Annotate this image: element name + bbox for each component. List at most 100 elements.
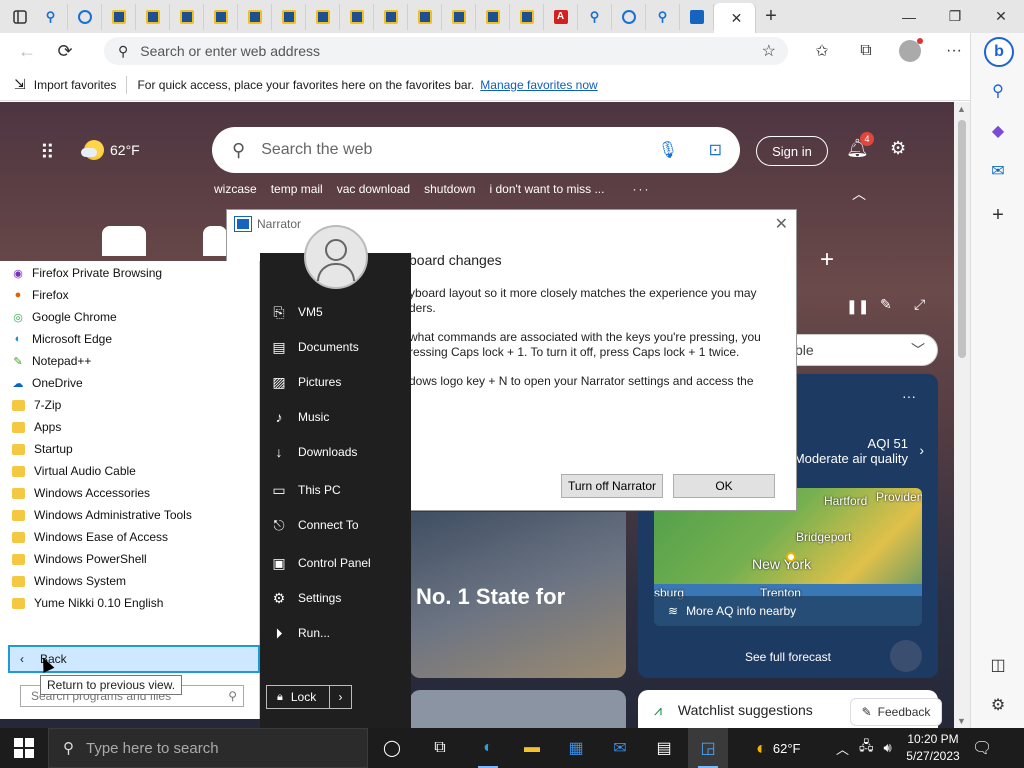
collections-icon[interactable]: ⧉ bbox=[844, 36, 888, 66]
file-explorer-icon[interactable]: ▬ bbox=[512, 728, 552, 768]
browser-tab[interactable] bbox=[136, 3, 170, 30]
browser-tab[interactable] bbox=[408, 3, 442, 30]
apps-grid-icon[interactable]: ⠿ bbox=[40, 140, 57, 165]
browser-tab[interactable]: ⚲ bbox=[646, 3, 680, 30]
network-icon[interactable]: 🖧︎ bbox=[859, 737, 874, 759]
settings-gear-icon[interactable]: ⚙ bbox=[984, 691, 1012, 719]
user-avatar[interactable] bbox=[304, 225, 368, 289]
start-place-item[interactable]: ⚙ Settings bbox=[270, 587, 342, 609]
page-settings-gear-icon[interactable]: ⚙ bbox=[890, 138, 906, 159]
start-place-item[interactable]: ♪ Music bbox=[270, 406, 330, 428]
quick-link-tile[interactable] bbox=[102, 226, 146, 256]
microphone-icon[interactable]: 🎙 bbox=[658, 140, 678, 160]
notification-center-icon[interactable]: 🗨︎ bbox=[972, 738, 992, 758]
chevron-right-icon[interactable]: › bbox=[919, 442, 924, 458]
add-sidebar-icon[interactable]: + bbox=[984, 201, 1012, 229]
trending-item[interactable]: i don't want to miss ... bbox=[489, 182, 604, 196]
task-view-icon[interactable]: ⧉ bbox=[420, 728, 460, 768]
browser-tab[interactable] bbox=[612, 3, 646, 30]
new-tab-button[interactable]: + bbox=[756, 5, 786, 28]
program-folder[interactable]: 7-Zip bbox=[10, 394, 61, 416]
edge-taskbar-icon[interactable]: ◐ bbox=[468, 728, 508, 768]
browser-tab[interactable] bbox=[680, 3, 714, 30]
browser-tab[interactable]: ⚲ bbox=[34, 3, 68, 30]
browser-tab[interactable] bbox=[204, 3, 238, 30]
browser-tab[interactable]: ⚲ bbox=[578, 3, 612, 30]
expand-icon[interactable]: ⤢ bbox=[914, 296, 925, 313]
web-search-input[interactable]: ⚲ Search the web 🎙 ⊡ bbox=[212, 127, 740, 173]
weather-widget[interactable]: 62°F bbox=[81, 140, 140, 160]
more-options-icon[interactable]: ··· bbox=[902, 388, 916, 404]
minimize-button[interactable]: — bbox=[886, 0, 932, 33]
add-quick-link-icon[interactable]: + bbox=[820, 246, 834, 274]
quick-link-tile[interactable] bbox=[203, 226, 227, 256]
browser-tab[interactable] bbox=[510, 3, 544, 30]
add-favorite-icon[interactable]: ☆ bbox=[762, 41, 776, 61]
news-card[interactable] bbox=[410, 690, 626, 728]
browser-tab[interactable] bbox=[306, 3, 340, 30]
store-icon[interactable]: ▦ bbox=[556, 728, 596, 768]
ok-button[interactable]: OK bbox=[673, 474, 775, 498]
start-place-item[interactable]: ▨ Pictures bbox=[270, 371, 341, 393]
address-input[interactable]: ⚲ Search or enter web address ☆ bbox=[104, 37, 788, 65]
sign-in-button[interactable]: Sign in bbox=[756, 136, 828, 166]
show-hidden-icons-chevron-icon[interactable]: ︿ bbox=[836, 739, 849, 758]
program-folder[interactable]: Yume Nikki 0.10 English bbox=[10, 592, 163, 614]
visual-search-icon[interactable]: ⊡ bbox=[709, 140, 722, 160]
manage-favorites-link[interactable]: Manage favorites now bbox=[480, 78, 597, 92]
restore-button[interactable]: ❐ bbox=[932, 0, 978, 33]
favorites-icon[interactable]: ✩ bbox=[800, 36, 844, 66]
lock-button[interactable]: 🔒︎ Lock › bbox=[266, 685, 352, 709]
browser-tab-active[interactable]: ✕ bbox=[714, 3, 756, 33]
start-button[interactable] bbox=[0, 728, 48, 768]
notifications-bell-icon[interactable]: 🔔︎ 4 bbox=[846, 132, 874, 159]
browser-tab[interactable] bbox=[476, 3, 510, 30]
refresh-icon[interactable]: ⟳ bbox=[48, 36, 82, 66]
sidebar-toggle-icon[interactable]: ◫ bbox=[984, 651, 1012, 679]
import-favorites-button[interactable]: ⇲ Import favorites bbox=[14, 76, 116, 93]
edit-background-icon[interactable]: ✎ bbox=[880, 296, 892, 313]
browser-tab[interactable] bbox=[102, 3, 136, 30]
close-window-button[interactable]: ✕ bbox=[978, 0, 1024, 33]
program-item[interactable]: ● Firefox bbox=[10, 284, 69, 306]
program-folder[interactable]: Windows PowerShell bbox=[10, 548, 147, 570]
program-folder[interactable]: Windows Administrative Tools bbox=[10, 504, 192, 526]
program-folder[interactable]: Apps bbox=[10, 416, 61, 438]
tab-actions-icon[interactable] bbox=[8, 5, 32, 29]
bing-chat-icon[interactable]: b bbox=[984, 37, 1014, 67]
program-item[interactable]: ✎ Notepad++ bbox=[10, 350, 91, 372]
trending-item[interactable]: temp mail bbox=[271, 182, 323, 196]
narrator-taskbar-icon[interactable]: ◲ bbox=[688, 728, 728, 768]
pause-icon[interactable]: ❚❚ bbox=[846, 298, 869, 315]
scrollbar-thumb[interactable] bbox=[958, 120, 966, 358]
program-item[interactable]: ◐ Microsoft Edge bbox=[10, 328, 112, 350]
program-item[interactable]: ☁ OneDrive bbox=[10, 372, 83, 394]
browser-tab[interactable] bbox=[238, 3, 272, 30]
taskbar-search-input[interactable]: ⚲ Type here to search bbox=[48, 728, 368, 768]
weather-assistant-icon[interactable] bbox=[890, 640, 922, 672]
turn-off-narrator-button[interactable]: Turn off Narrator bbox=[561, 474, 663, 498]
browser-tab[interactable] bbox=[170, 3, 204, 30]
start-place-item[interactable]: ⏵ Run... bbox=[270, 622, 331, 644]
search-icon[interactable]: ⚲ bbox=[984, 77, 1012, 105]
volume-icon[interactable]: 🔊︎ bbox=[884, 740, 892, 756]
profile-avatar[interactable] bbox=[899, 38, 923, 62]
page-scrollbar[interactable]: ▲ ▼ bbox=[954, 102, 970, 728]
weather-tray[interactable]: ◐ 62°F bbox=[756, 728, 800, 768]
program-item[interactable]: ◎ Google Chrome bbox=[10, 306, 117, 328]
program-folder[interactable]: Startup bbox=[10, 438, 73, 460]
browser-tab[interactable] bbox=[442, 3, 476, 30]
start-place-item[interactable]: ⎘ VM5 bbox=[270, 301, 322, 323]
browser-tab[interactable] bbox=[68, 3, 102, 30]
app-icon[interactable]: ▤ bbox=[644, 728, 684, 768]
close-tab-icon[interactable]: ✕ bbox=[731, 10, 743, 27]
program-folder[interactable]: Windows Ease of Access bbox=[10, 526, 168, 548]
back-arrow-icon[interactable]: ← bbox=[10, 36, 44, 66]
browser-tab[interactable]: A bbox=[544, 3, 578, 30]
shopping-icon[interactable]: ◆ bbox=[984, 117, 1012, 145]
power-options-chevron-icon[interactable]: › bbox=[329, 686, 351, 708]
browser-tab[interactable] bbox=[272, 3, 306, 30]
trending-item[interactable]: shutdown bbox=[424, 182, 475, 196]
cortana-icon[interactable]: ◯ bbox=[372, 728, 412, 768]
close-icon[interactable]: ✕ bbox=[775, 214, 788, 234]
